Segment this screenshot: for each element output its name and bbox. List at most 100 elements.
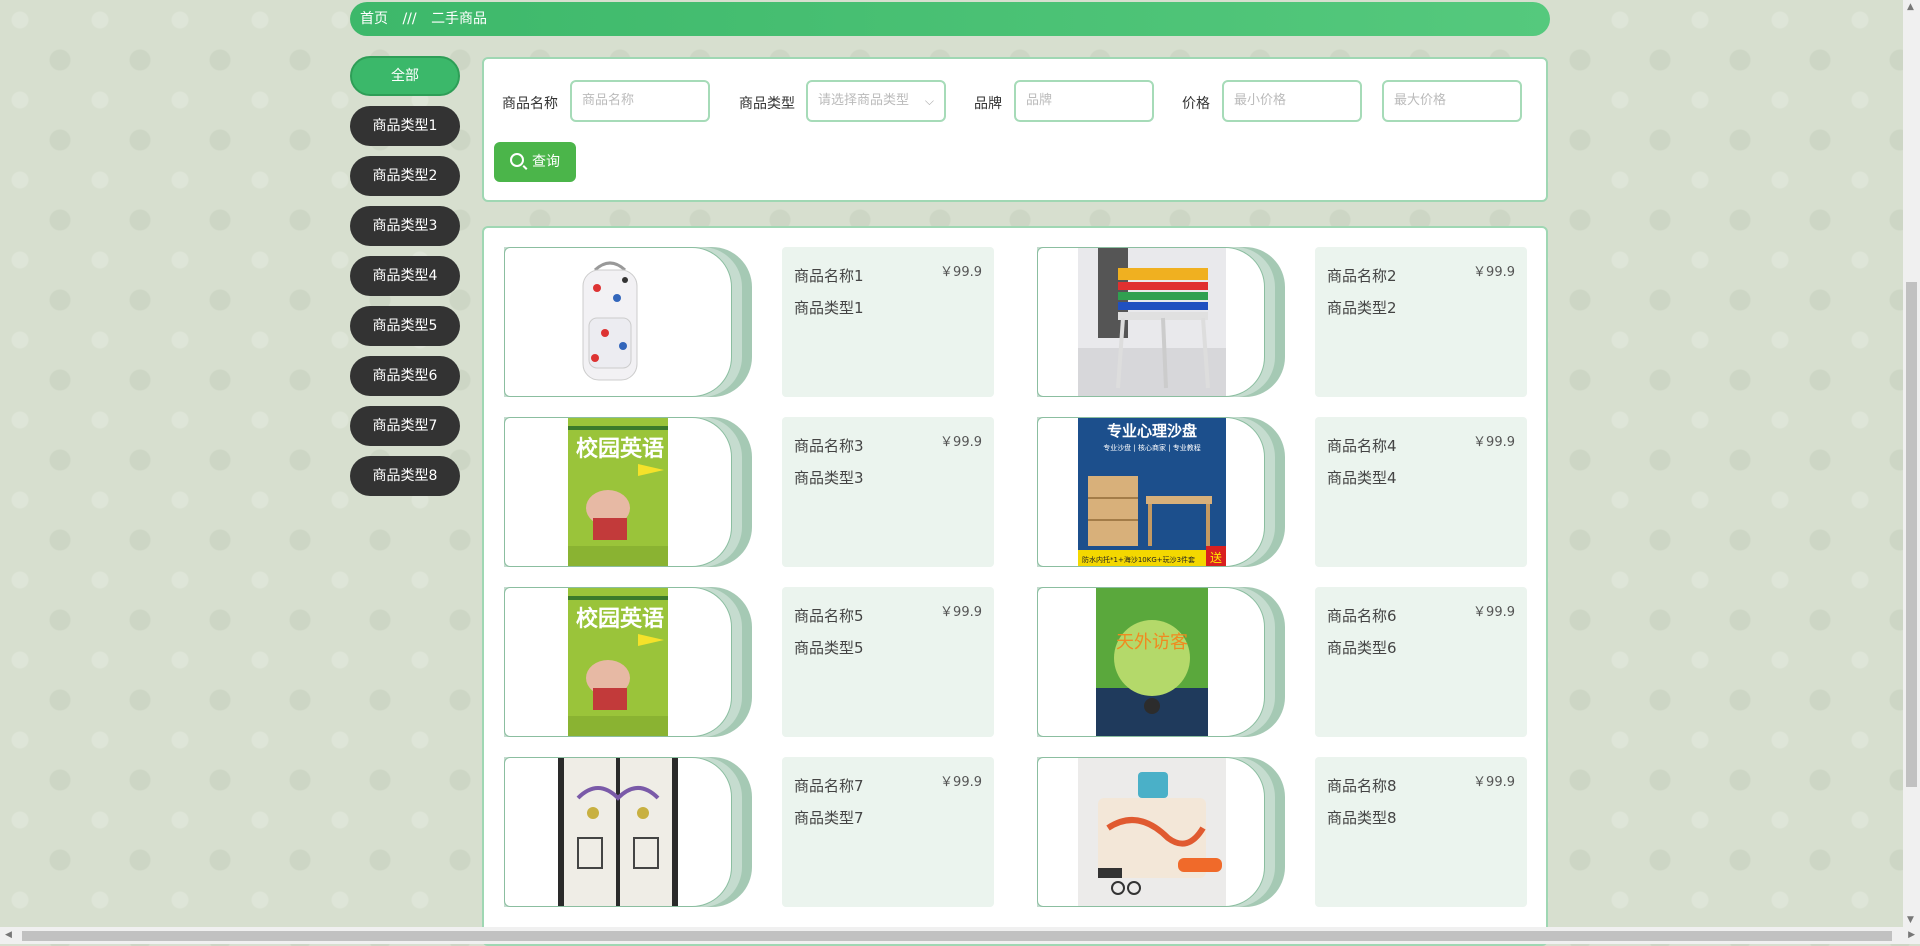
scroll-right-icon[interactable]: ▶: [1908, 930, 1915, 940]
product-image-frame: [504, 247, 752, 397]
product-image-frame: 专业心理沙盘 专业沙盘 | 核心商家 | 专业教程 防水内托*1+海沙10KG+…: [1037, 417, 1285, 567]
product-type: 商品类型6: [1327, 639, 1397, 657]
product-card[interactable]: 商品名称7 商品类型7 ￥99.9: [504, 757, 1029, 907]
sand-tray-title: 专业心理沙盘: [1107, 422, 1197, 440]
product-type: 商品类型5: [794, 639, 864, 657]
brand-label: 品牌: [974, 96, 1002, 112]
product-price: ￥99.9: [940, 605, 982, 620]
search-button[interactable]: 查询: [494, 142, 576, 182]
product-type: 商品类型7: [794, 809, 864, 827]
product-price: ￥99.9: [1473, 435, 1515, 450]
category-1-button[interactable]: 商品类型1: [350, 106, 460, 146]
product-name: 商品名称6: [1327, 607, 1397, 625]
product-price: ￥99.9: [940, 775, 982, 790]
name-label: 商品名称: [502, 96, 558, 112]
horizontal-scrollbar[interactable]: ◀ ▶: [0, 927, 1920, 944]
scroll-up-icon[interactable]: ▲: [1907, 2, 1914, 12]
product-name: 商品名称3: [794, 437, 864, 455]
product-name: 商品名称8: [1327, 777, 1397, 795]
product-info: 商品名称4 商品类型4 ￥99.9: [1315, 417, 1527, 567]
product-card[interactable]: 天外访客 商品名称6 商品类型6 ￥99.9: [1037, 587, 1546, 737]
category-7-button[interactable]: 商品类型7: [350, 406, 460, 446]
product-image-frame: [1037, 757, 1285, 907]
product-list: 商品名称1 商品类型1 ￥99.9 商品名称2 商品类型2 ￥99.9 校园英语…: [482, 226, 1548, 946]
product-name: 商品名称5: [794, 607, 864, 625]
sand-tray-footer: 防水内托*1+海沙10KG+玩沙3件套: [1082, 555, 1195, 564]
category-2-button[interactable]: 商品类型2: [350, 156, 460, 196]
category-4-button[interactable]: 商品类型4: [350, 256, 460, 296]
type-label: 商品类型: [739, 96, 795, 112]
curtain-image[interactable]: [558, 758, 678, 906]
vertical-scroll-thumb[interactable]: [1906, 282, 1917, 787]
product-name: 商品名称2: [1327, 267, 1397, 285]
bag-image[interactable]: [1078, 758, 1226, 906]
name-input[interactable]: 商品名称: [570, 80, 710, 122]
search-button-label: 查询: [532, 154, 560, 170]
product-card[interactable]: 专业心理沙盘 专业沙盘 | 核心商家 | 专业教程 防水内托*1+海沙10KG+…: [1037, 417, 1546, 567]
product-card[interactable]: 商品名称8 商品类型8 ￥99.9: [1037, 757, 1546, 907]
min-price-input[interactable]: 最小价格: [1222, 80, 1362, 122]
horizontal-scroll-thumb[interactable]: [22, 931, 1892, 941]
book-title: 校园英语: [576, 606, 664, 632]
product-image-frame: 天外访客: [1037, 587, 1285, 737]
book-english-image[interactable]: 校园英语: [568, 588, 668, 736]
product-price: ￥99.9: [1473, 775, 1515, 790]
breadcrumb-home[interactable]: 首页: [360, 11, 388, 27]
breadcrumb: 首页 /// 二手商品: [350, 2, 1550, 36]
product-name: 商品名称1: [794, 267, 864, 285]
book-title: 校园英语: [576, 436, 664, 462]
sand-tray-image[interactable]: 专业心理沙盘 专业沙盘 | 核心商家 | 专业教程 防水内托*1+海沙10KG+…: [1078, 418, 1226, 566]
category-6-button[interactable]: 商品类型6: [350, 356, 460, 396]
category-8-button[interactable]: 商品类型8: [350, 456, 460, 496]
product-type: 商品类型4: [1327, 469, 1397, 487]
chevron-down-icon: ⌵: [924, 94, 934, 108]
brand-input[interactable]: 品牌: [1014, 80, 1154, 122]
product-type: 商品类型3: [794, 469, 864, 487]
product-type: 商品类型1: [794, 299, 864, 317]
category-sidebar: 全部 商品类型1 商品类型2 商品类型3 商品类型4 商品类型5 商品类型6 商…: [350, 56, 460, 506]
product-type: 商品类型8: [1327, 809, 1397, 827]
product-info: 商品名称5 商品类型5 ￥99.9: [782, 587, 994, 737]
search-panel: 商品名称 商品名称 商品类型 请选择商品类型 ⌵ 品牌 品牌 价格 最小价格 最…: [482, 57, 1548, 202]
chairs-image[interactable]: [1078, 248, 1226, 396]
product-image-frame: [1037, 247, 1285, 397]
book-visitor-image[interactable]: 天外访客: [1096, 588, 1208, 736]
product-info: 商品名称1 商品类型1 ￥99.9: [782, 247, 994, 397]
product-info: 商品名称7 商品类型7 ￥99.9: [782, 757, 994, 907]
product-info: 商品名称3 商品类型3 ￥99.9: [782, 417, 994, 567]
price-label: 价格: [1182, 96, 1210, 112]
category-5-button[interactable]: 商品类型5: [350, 306, 460, 346]
product-info: 商品名称6 商品类型6 ￥99.9: [1315, 587, 1527, 737]
product-type: 商品类型2: [1327, 299, 1397, 317]
product-name: 商品名称7: [794, 777, 864, 795]
product-info: 商品名称2 商品类型2 ￥99.9: [1315, 247, 1527, 397]
product-price: ￥99.9: [940, 435, 982, 450]
product-image-frame: 校园英语: [504, 587, 752, 737]
category-3-button[interactable]: 商品类型3: [350, 206, 460, 246]
type-select[interactable]: 请选择商品类型 ⌵: [806, 80, 946, 122]
product-image-frame: [504, 757, 752, 907]
product-card[interactable]: 校园英语 商品名称3 商品类型3 ￥99.9: [504, 417, 1029, 567]
max-price-input[interactable]: 最大价格: [1382, 80, 1522, 122]
product-price: ￥99.9: [940, 265, 982, 280]
vertical-scrollbar[interactable]: ▲ ▼: [1903, 0, 1920, 927]
book-english-image[interactable]: 校园英语: [568, 418, 668, 566]
scroll-left-icon[interactable]: ◀: [5, 930, 12, 940]
product-card[interactable]: 校园英语 商品名称5 商品类型5 ￥99.9: [504, 587, 1029, 737]
product-price: ￥99.9: [1473, 605, 1515, 620]
product-info: 商品名称8 商品类型8 ￥99.9: [1315, 757, 1527, 907]
product-name: 商品名称4: [1327, 437, 1397, 455]
product-image-frame: 校园英语: [504, 417, 752, 567]
product-card[interactable]: 商品名称2 商品类型2 ￥99.9: [1037, 247, 1546, 397]
breadcrumb-separator: ///: [402, 11, 417, 27]
type-select-placeholder: 请选择商品类型: [818, 93, 910, 108]
product-price: ￥99.9: [1473, 265, 1515, 280]
sand-tray-subtitle: 专业沙盘 | 核心商家 | 专业教程: [1103, 443, 1201, 452]
sand-tray-badge: 送: [1210, 550, 1222, 565]
scroll-down-icon[interactable]: ▼: [1907, 915, 1914, 925]
book-visitor-title: 天外访客: [1116, 632, 1188, 653]
category-all-button[interactable]: 全部: [350, 56, 460, 96]
search-icon: [510, 153, 524, 167]
product-card[interactable]: 商品名称1 商品类型1 ￥99.9: [504, 247, 1029, 397]
backpack-image[interactable]: [565, 248, 655, 396]
